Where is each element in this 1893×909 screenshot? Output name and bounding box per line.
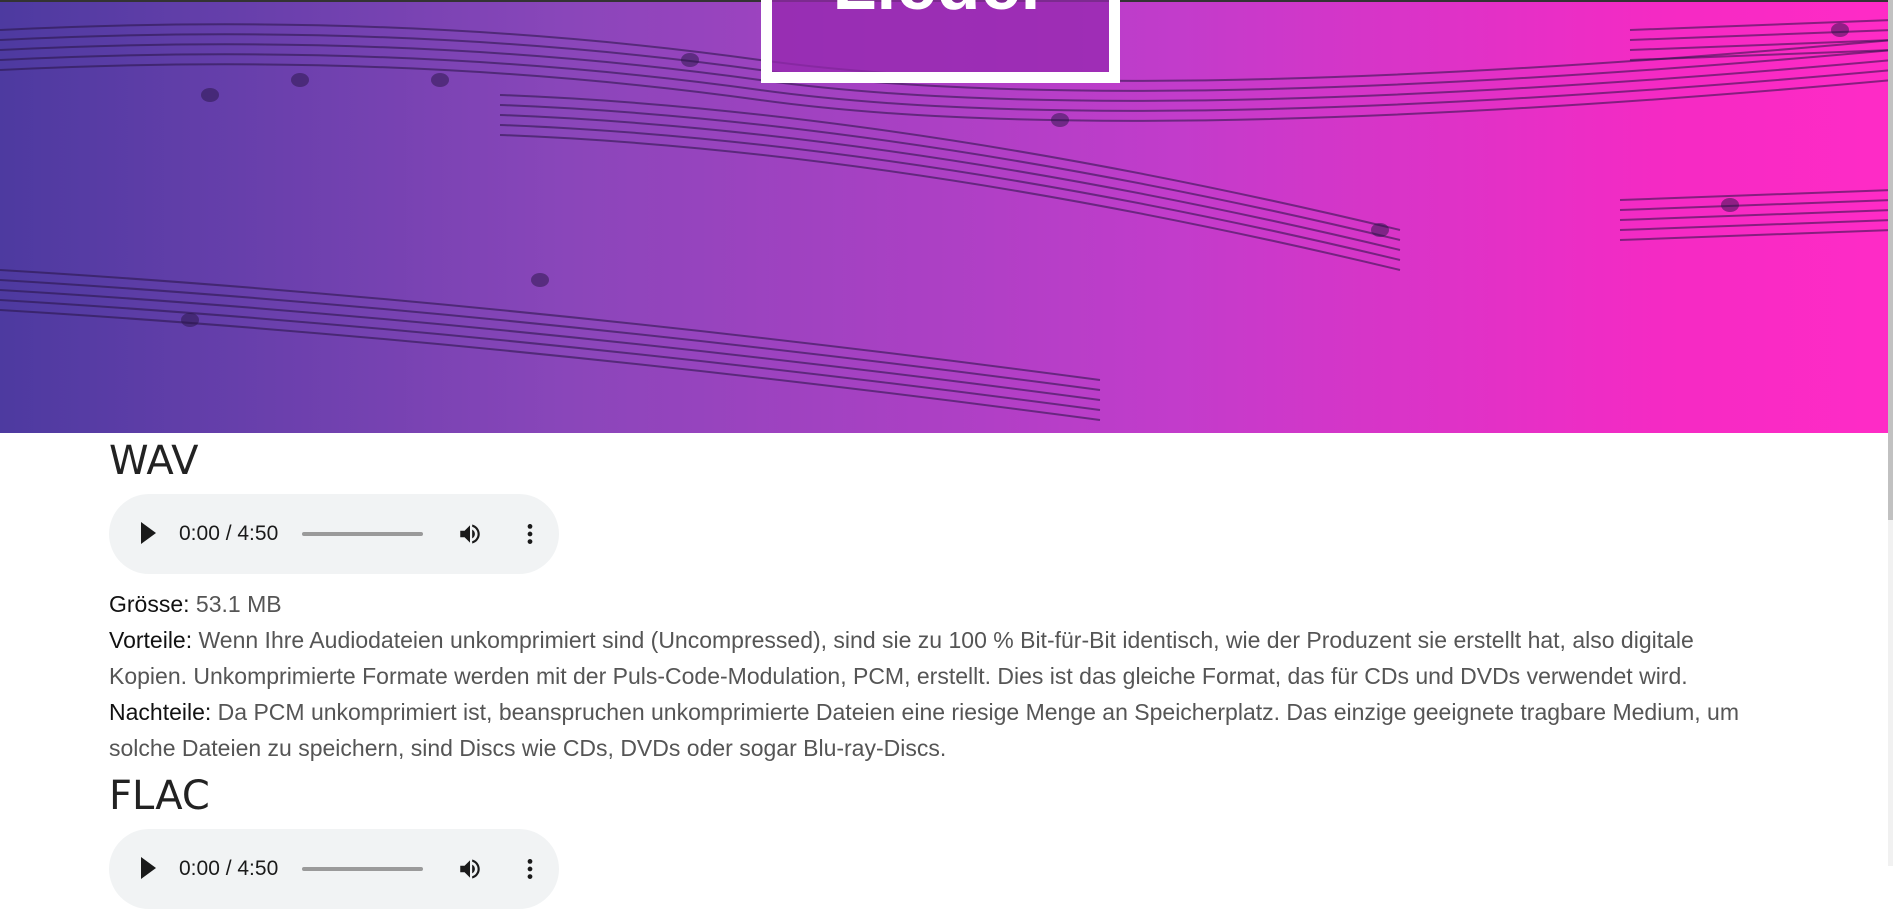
more-vert-icon[interactable] [517, 856, 543, 882]
main-content: WAV 0:00 / 4:50 Grösse: 53.1 MB Vorteile… [109, 433, 1769, 909]
progress-track[interactable] [302, 867, 423, 871]
volume-icon[interactable] [457, 521, 483, 547]
player-time: 0:00 / 4:50 [179, 522, 279, 545]
section-title-wav: WAV [109, 438, 199, 484]
progress-track[interactable] [302, 532, 423, 536]
play-icon[interactable] [141, 857, 156, 879]
hero-title: Lieder [772, 0, 1109, 26]
audio-player-flac[interactable]: 0:00 / 4:50 [109, 829, 559, 909]
volume-icon[interactable] [457, 856, 483, 882]
scrollbar[interactable] [1888, 0, 1893, 866]
hero-title-box: Lieder [761, 0, 1120, 83]
audio-player-wav[interactable]: 0:00 / 4:50 [109, 494, 559, 574]
size-value: 53.1 MB [189, 591, 282, 617]
cons-label: Nachteile: [109, 699, 212, 725]
pros-line: Vorteile: Wenn Ihre Audiodateien unkompr… [109, 622, 1769, 694]
size-line: Grösse: 53.1 MB [109, 586, 1769, 622]
hero-banner: Lieder [0, 0, 1893, 433]
more-vert-icon[interactable] [517, 521, 543, 547]
pros-label: Vorteile: [109, 627, 193, 653]
cons-line: Nachteile: Da PCM unkomprimiert ist, bea… [109, 694, 1769, 766]
format-info-wav: Grösse: 53.1 MB Vorteile: Wenn Ihre Audi… [109, 586, 1769, 766]
scrollbar-thumb[interactable] [1888, 0, 1893, 520]
section-title-flac: FLAC [109, 773, 210, 819]
player-time: 0:00 / 4:50 [179, 857, 279, 880]
pros-text: Wenn Ihre Audiodateien unkomprimiert sin… [109, 627, 1694, 689]
cons-text: Da PCM unkomprimiert ist, beanspruchen u… [109, 699, 1739, 761]
size-label: Grösse: [109, 591, 190, 617]
play-icon[interactable] [141, 522, 156, 544]
